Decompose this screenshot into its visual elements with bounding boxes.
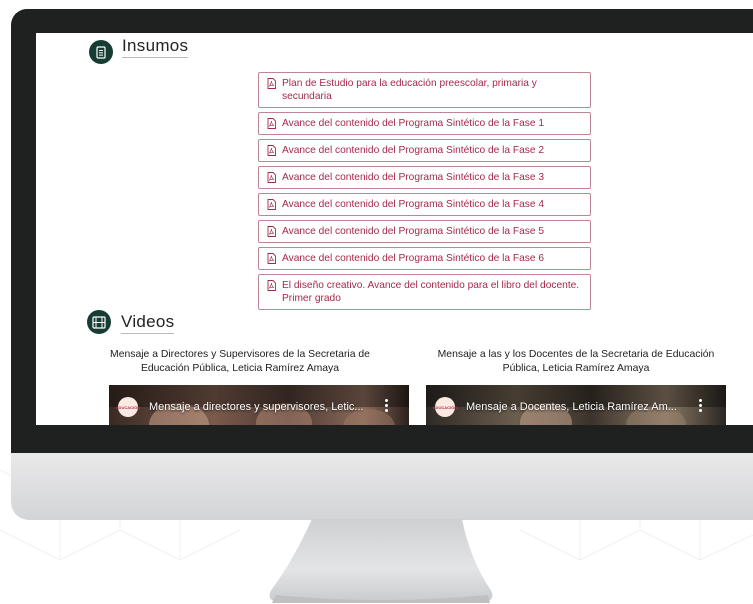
pdf-icon: [267, 118, 276, 129]
insumo-link-label: Avance del contenido del Programa Sintét…: [282, 145, 545, 156]
insumo-link-diseno-creativo[interactable]: El diseño creativo. Avance del contenido…: [258, 274, 591, 310]
video-menu-icon[interactable]: [699, 399, 703, 413]
video-title[interactable]: Mensaje a Docentes, Leticia Ramírez Am..…: [466, 401, 677, 413]
insumo-link-label: Plan de Estudio para la educación preesc…: [282, 78, 537, 102]
pdf-icon: [267, 78, 276, 89]
insumo-link-label: Avance del contenido del Programa Sintét…: [282, 226, 545, 237]
pdf-icon: [267, 280, 276, 291]
insumo-link-label: Avance del contenido del Programa Sintét…: [282, 199, 545, 210]
video-thumbnail-docentes[interactable]: EDUCACIÓN Mensaje a Docentes, Leticia Ra…: [426, 385, 726, 425]
document-icon: [96, 45, 106, 59]
browser-screen: Insumos Plan de Estudio para la educació…: [36, 33, 753, 425]
insumo-link-label: El diseño creativo. Avance del contenido…: [282, 280, 580, 304]
insumo-link-fase-1[interactable]: Avance del contenido del Programa Sintét…: [258, 112, 591, 135]
pdf-icon: [267, 172, 276, 183]
video-title[interactable]: Mensaje a directores y supervisores, Let…: [149, 401, 364, 413]
pdf-icon: [267, 226, 276, 237]
pdf-icon: [267, 199, 276, 210]
monitor-chin: [11, 453, 753, 520]
channel-avatar[interactable]: EDUCACIÓN: [116, 397, 140, 417]
insumo-link-fase-6[interactable]: Avance del contenido del Programa Sintét…: [258, 247, 591, 270]
video-caption: Mensaje a Directores y Supervisores de l…: [110, 349, 370, 374]
video-menu-icon[interactable]: [385, 399, 389, 413]
videos-section-title: Videos: [121, 312, 175, 334]
video-caption: Mensaje a las y los Docentes de la Secre…: [437, 349, 715, 374]
insumo-link-fase-5[interactable]: Avance del contenido del Programa Sintét…: [258, 220, 591, 243]
monitor-stand: [269, 519, 493, 603]
insumos-section-icon: [89, 40, 113, 64]
insumo-link-plan-estudio[interactable]: Plan de Estudio para la educación preesc…: [258, 72, 591, 108]
videos-section-icon: [87, 310, 111, 334]
channel-avatar[interactable]: EDUCACIÓN: [433, 397, 457, 417]
insumo-link-fase-4[interactable]: Avance del contenido del Programa Sintét…: [258, 193, 591, 216]
insumos-section-title: Insumos: [122, 36, 189, 58]
video-card-docentes: Mensaje a las y los Docentes de la Secre…: [426, 348, 726, 376]
video-card-directores: Mensaje a Directores y Supervisores de l…: [90, 348, 390, 376]
video-thumbnail-directores[interactable]: EDUCACIÓN Mensaje a directores y supervi…: [109, 385, 409, 425]
insumo-link-label: Avance del contenido del Programa Sintét…: [282, 172, 545, 183]
insumo-link-fase-3[interactable]: Avance del contenido del Programa Sintét…: [258, 166, 591, 189]
insumos-link-list: Plan de Estudio para la educación preesc…: [258, 72, 591, 314]
pdf-icon: [267, 253, 276, 264]
insumo-link-fase-2[interactable]: Avance del contenido del Programa Sintét…: [258, 139, 591, 162]
insumo-link-label: Avance del contenido del Programa Sintét…: [282, 118, 545, 129]
pdf-icon: [267, 145, 276, 156]
film-icon: [92, 315, 106, 329]
insumo-link-label: Avance del contenido del Programa Sintét…: [282, 253, 545, 264]
